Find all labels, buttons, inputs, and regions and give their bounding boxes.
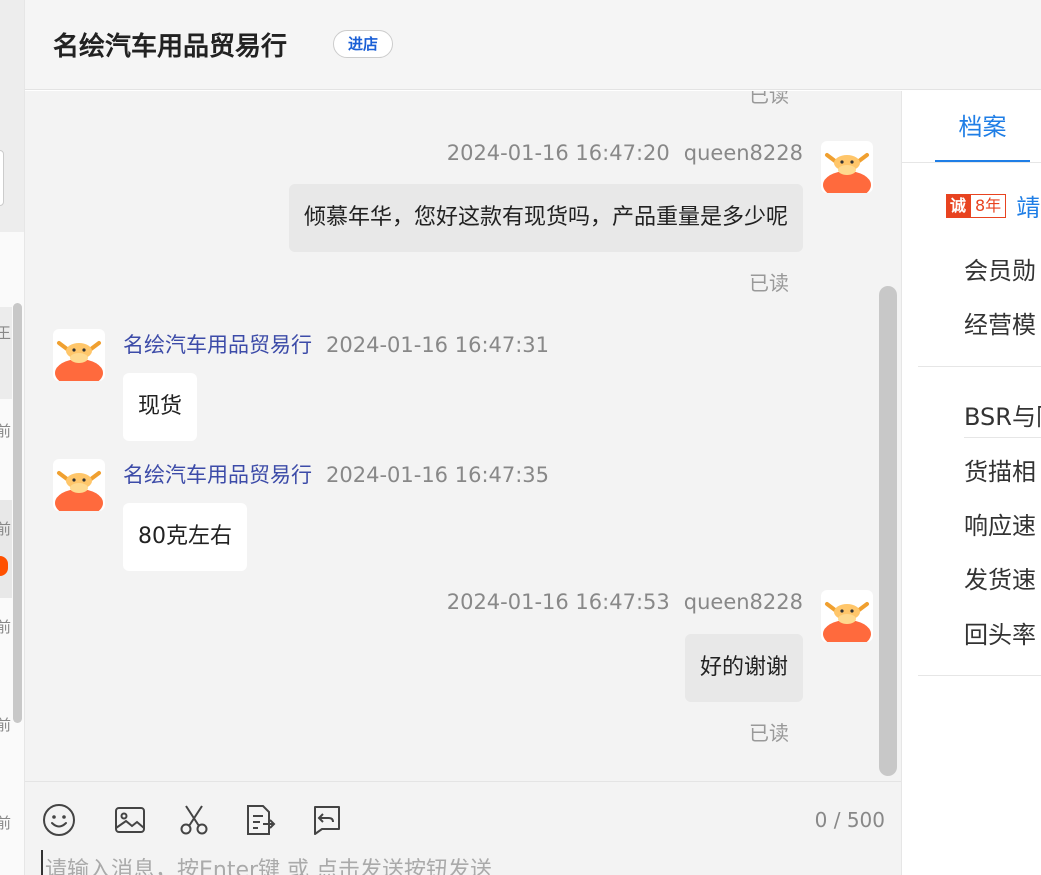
list-scrollbar[interactable] xyxy=(13,303,22,723)
message-sender: queen8228 xyxy=(683,141,803,165)
profile-item: 货描相 xyxy=(964,458,1036,486)
list-item-label: 前 xyxy=(0,812,11,833)
recall-icon xyxy=(314,806,340,835)
list-item-label: 前 xyxy=(0,616,11,637)
bull-avatar-icon xyxy=(823,602,871,642)
message-timestamp: 2024-01-16 16:47:20 xyxy=(446,141,670,165)
profile-item: 回头率 xyxy=(964,621,1036,649)
search-input-edge[interactable] xyxy=(0,150,4,206)
avatar[interactable] xyxy=(821,141,873,193)
message-list: 已读 2024-01-16 16:47:20 queen8228 倾慕年华，您好这… xyxy=(25,91,901,781)
recall-button[interactable] xyxy=(309,802,345,838)
message-bubble[interactable]: 现货 xyxy=(123,373,198,441)
avatar[interactable] xyxy=(53,329,105,381)
char-counter: 0 / 500 xyxy=(814,808,885,832)
message-sender[interactable]: 名绘汽车用品贸易行 xyxy=(123,333,312,357)
emoji-button[interactable] xyxy=(41,802,77,838)
list-item-label: 前 xyxy=(0,714,11,735)
profile-item: 响应速 xyxy=(964,512,1036,540)
chat-header: 名绘汽车用品贸易行 进店 xyxy=(25,0,1041,90)
cheng-icon: 诚 xyxy=(946,193,970,218)
divider xyxy=(918,675,1041,676)
message-input[interactable] xyxy=(41,850,881,875)
chat-window: 王 前 前 前 前 前 名绘汽车用品贸易行 进店 已读 2024-01-16 1… xyxy=(0,0,1041,875)
message-timestamp: 2024-01-16 16:47:53 xyxy=(446,590,670,614)
scissors-icon xyxy=(180,805,208,835)
read-status: 已读 xyxy=(749,271,789,295)
list-item-label: 王 xyxy=(0,322,11,343)
message-sender: queen8228 xyxy=(683,590,803,614)
bull-avatar-icon xyxy=(55,471,103,511)
image-button[interactable] xyxy=(112,802,148,838)
divider xyxy=(918,366,1041,367)
avatar[interactable] xyxy=(53,459,105,511)
message-meta: 2024-01-16 16:47:53 queen8228 xyxy=(447,590,803,614)
conversation-list-edge: 王 前 前 前 前 前 xyxy=(0,0,25,875)
shop-name: 名绘汽车用品贸易行 xyxy=(53,32,288,62)
message-scrollbar[interactable] xyxy=(879,286,897,776)
divider xyxy=(964,437,1041,438)
message-timestamp: 2024-01-16 16:47:35 xyxy=(326,463,550,487)
image-icon xyxy=(115,807,145,833)
message-meta: 名绘汽车用品贸易行 2024-01-16 16:47:35 xyxy=(123,459,549,489)
emoji-icon xyxy=(43,804,75,836)
list-item-label: 前 xyxy=(0,518,11,539)
avatar[interactable] xyxy=(821,590,873,642)
document-send-icon xyxy=(247,805,276,835)
screenshot-button[interactable] xyxy=(176,802,212,838)
profile-item: BSR与同 xyxy=(964,403,1041,431)
profile-panel: 档案 诚 8年 靖 会员勋 经营模 BSR与同 货描相 响应速 发货速 回头率 xyxy=(901,91,1041,875)
profile-link[interactable]: 靖 xyxy=(1016,188,1040,223)
profile-item: 经营模 xyxy=(964,311,1036,339)
list-item-selected[interactable] xyxy=(0,500,12,598)
message-bubble[interactable]: 好的谢谢 xyxy=(684,634,803,702)
message-meta: 名绘汽车用品贸易行 2024-01-16 16:47:31 xyxy=(123,329,549,359)
bull-avatar-icon xyxy=(823,153,871,193)
list-item-label: 前 xyxy=(0,420,11,441)
bull-avatar-icon xyxy=(55,341,103,381)
message-timestamp: 2024-01-16 16:47:31 xyxy=(326,333,550,357)
message-bubble[interactable]: 倾慕年华，您好这款有现货吗，产品重量是多少呢 xyxy=(288,184,803,252)
read-status: 已读 xyxy=(749,721,789,745)
message-composer: 0 / 500 xyxy=(25,781,901,875)
integrity-badge: 诚 8年 靖 xyxy=(946,188,1040,223)
profile-item: 会员勋 xyxy=(964,257,1036,285)
send-document-button[interactable] xyxy=(242,802,278,838)
divider xyxy=(902,162,1041,163)
message-meta: 2024-01-16 16:47:20 queen8228 xyxy=(447,141,803,165)
list-item[interactable] xyxy=(0,307,12,399)
message-sender[interactable]: 名绘汽车用品贸易行 xyxy=(123,463,312,487)
profile-item: 发货速 xyxy=(964,566,1036,594)
tab-archive[interactable]: 档案 xyxy=(935,91,1030,163)
read-status: 已读 xyxy=(749,91,789,107)
enter-shop-button[interactable]: 进店 xyxy=(333,30,394,58)
scrollbar-thumb[interactable] xyxy=(879,286,897,776)
years-badge: 8年 xyxy=(970,193,1007,218)
message-bubble[interactable]: 80克左右 xyxy=(123,503,247,571)
